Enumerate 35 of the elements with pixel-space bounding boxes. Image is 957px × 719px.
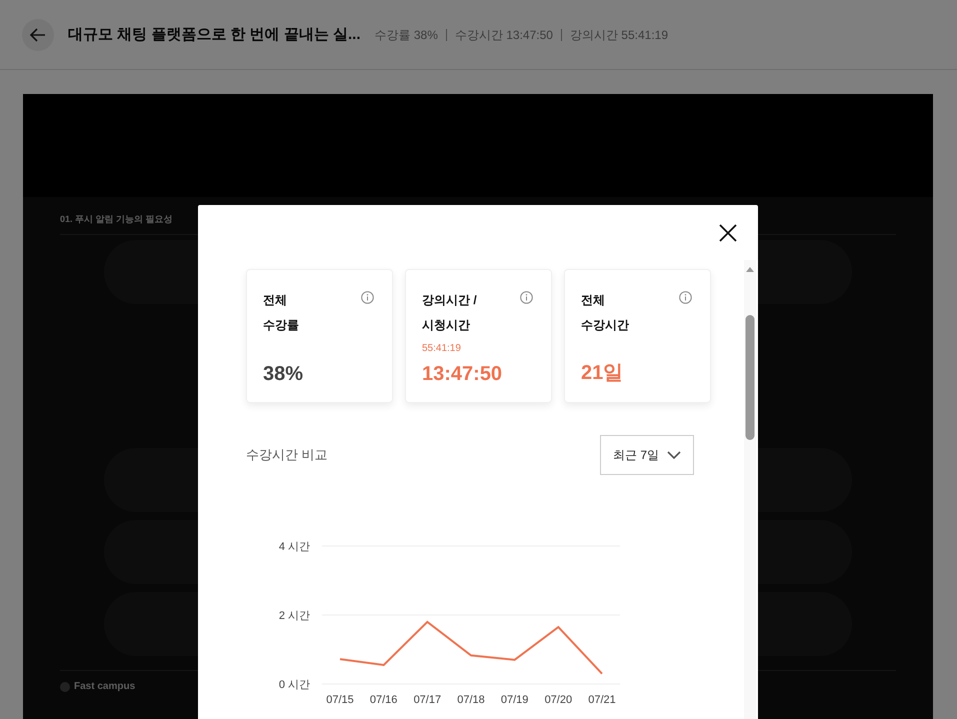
course-stat: 강의시간 55:41:19	[560, 28, 676, 40]
card-label: 전체	[263, 292, 287, 309]
back-arrow-icon	[29, 26, 47, 44]
axis-label: 07/20	[544, 694, 572, 706]
card-subvalue: 55:41:19	[422, 343, 462, 354]
card-value: 13:47:50	[422, 363, 504, 386]
card-label: 시청시간	[422, 317, 470, 334]
section-title: 수강시간 비교	[246, 446, 328, 464]
info-icon[interactable]	[361, 291, 374, 304]
axis-label: 4 시간	[278, 541, 310, 553]
course-title: 대규모 채팅 플랫폼으로 한 번에 끝내는 실...	[68, 25, 361, 44]
card-value: 38%	[263, 363, 304, 386]
axis-label: 07/19	[500, 694, 528, 706]
axis-label: 07/17	[414, 694, 442, 706]
card-label: 전체	[581, 292, 605, 309]
card-label: 강의시간 /	[422, 292, 477, 309]
card-label: 수강률	[263, 317, 299, 334]
slide-footer-logo: Fast campus	[74, 681, 136, 692]
info-icon[interactable]	[520, 291, 533, 304]
course-stat: 수강률 38%	[374, 28, 439, 40]
card-value: 21일	[581, 361, 624, 386]
period-dropdown[interactable]: 최근 7일	[600, 435, 694, 475]
chevron-down-icon	[667, 451, 681, 459]
axis-label: 0 시간	[278, 679, 310, 691]
info-icon[interactable]	[679, 291, 692, 304]
axis-label: 07/21	[588, 694, 616, 706]
axis-label: 07/18	[457, 694, 485, 706]
axis-label: 2 시간	[278, 610, 310, 622]
course-stat: 수강시간 13:47:50	[446, 28, 561, 40]
back-button[interactable]	[22, 18, 54, 50]
logo-icon	[60, 682, 70, 692]
axis-label: 07/16	[370, 694, 398, 706]
card-label: 수강시간	[581, 317, 629, 334]
scrollbar[interactable]	[744, 260, 756, 719]
axis-label: 07/15	[326, 694, 354, 706]
